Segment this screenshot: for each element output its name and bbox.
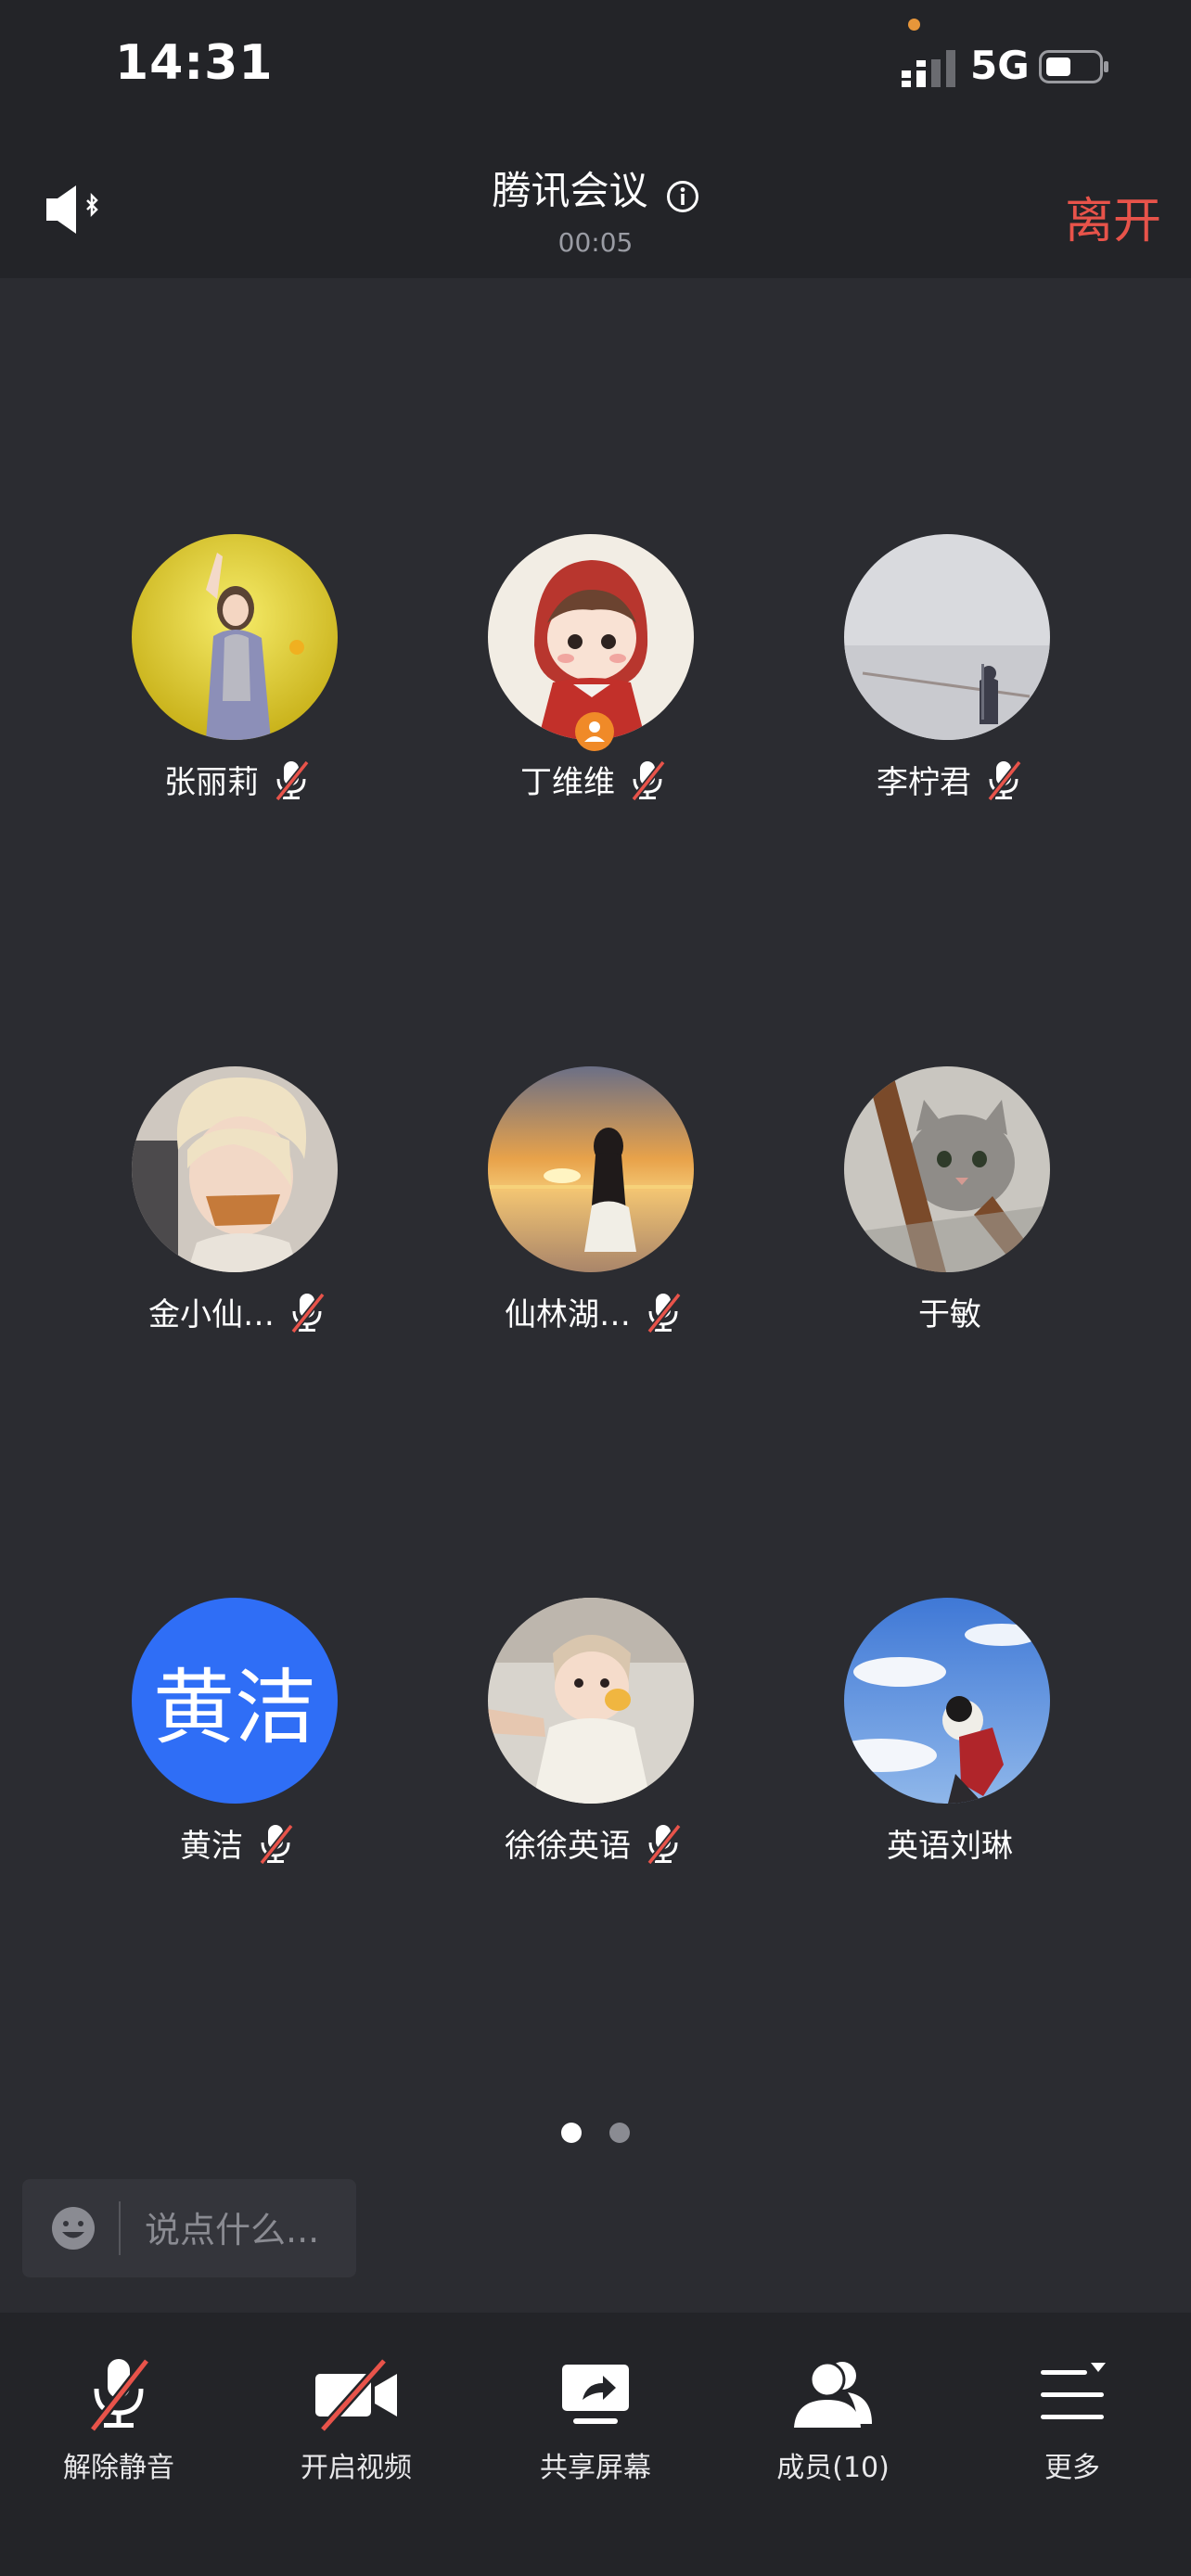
avatar [132, 1066, 338, 1272]
mic-muted-icon [259, 1823, 294, 1865]
participant-nameline: 丁维维 [416, 757, 772, 802]
participant-name: 于敏 [918, 1296, 981, 1333]
participant-nameline: 张丽莉 [59, 757, 416, 802]
participant-nameline: 英语刘琳 [772, 1820, 1128, 1866]
chat-divider [119, 2201, 121, 2255]
unmute-button[interactable]: 解除静音 [0, 2355, 237, 2504]
mic-muted-icon [631, 759, 666, 801]
participant-name: 李柠君 [877, 764, 971, 801]
participant-nameline: 于敏 [772, 1289, 1128, 1334]
participant-tile[interactable]: 李柠君 [772, 534, 1128, 812]
participant-tile[interactable]: 丁维维 [416, 534, 772, 812]
avatar-text: 黄洁 [152, 1659, 316, 1755]
participant-tile[interactable]: 徐徐英语 [416, 1598, 772, 1876]
page-indicator[interactable] [609, 2123, 630, 2143]
more-label: 更多 [1044, 2452, 1100, 2484]
participant-name: 丁维维 [520, 764, 615, 801]
unmute-label: 解除静音 [63, 2452, 174, 2484]
participant-tile[interactable]: 英语刘琳 [772, 1598, 1128, 1876]
participant-nameline: 金小仙… [59, 1289, 416, 1334]
mic-muted-icon [290, 1292, 326, 1333]
meeting-title-area[interactable]: 腾讯会议 [0, 159, 1191, 217]
share-screen-button[interactable]: 共享屏幕 [477, 2355, 714, 2504]
participant-nameline: 徐徐英语 [416, 1820, 772, 1866]
mic-muted-icon [275, 759, 310, 801]
privacy-indicator [908, 19, 920, 31]
participant-nameline: 黄洁 [59, 1820, 416, 1866]
participant-tile[interactable]: 于敏 [772, 1066, 1128, 1345]
battery-icon [1039, 50, 1108, 83]
host-badge-icon [575, 712, 614, 751]
members-icon [794, 2361, 872, 2428]
status-time: 14:31 [115, 35, 274, 91]
leave-button[interactable]: 离开 [1065, 182, 1161, 251]
share-label: 共享屏幕 [540, 2452, 651, 2484]
members-label: 成员(10) [776, 2452, 890, 2484]
network-type: 5G [970, 43, 1030, 88]
chat-input[interactable] [143, 2203, 351, 2257]
emoji-icon[interactable] [50, 2205, 96, 2251]
participant-tile[interactable]: 仙林湖… [416, 1066, 772, 1345]
mic-muted-icon [987, 759, 1022, 801]
avatar [488, 1598, 694, 1804]
participant-name: 金小仙… [148, 1296, 275, 1333]
participant-name: 徐徐英语 [505, 1828, 631, 1865]
avatar [844, 534, 1050, 740]
avatar-initials: 黄洁 [132, 1598, 338, 1804]
avatar [844, 1066, 1050, 1272]
participant-name: 张丽莉 [164, 764, 259, 801]
participant-nameline: 仙林湖… [416, 1289, 772, 1334]
share-screen-icon [562, 2365, 629, 2424]
avatar [132, 534, 338, 740]
meeting-title: 腾讯会议 [492, 168, 648, 213]
avatar [488, 534, 694, 740]
video-label: 开启视频 [301, 2452, 412, 2484]
video-off-icon [315, 2357, 397, 2433]
participant-nameline: 李柠君 [772, 757, 1128, 802]
chat-box[interactable] [22, 2179, 356, 2277]
participant-tile[interactable]: 金小仙… [59, 1066, 416, 1345]
meeting-duration: 00:05 [557, 227, 634, 258]
avatar [488, 1066, 694, 1272]
mic-muted-icon [647, 1292, 682, 1333]
mic-muted-icon [89, 2357, 150, 2433]
info-icon[interactable] [666, 180, 699, 213]
more-button[interactable]: 更多 [954, 2355, 1191, 2504]
participant-tile[interactable]: 张丽莉 [59, 534, 416, 812]
avatar [844, 1598, 1050, 1804]
page-indicator-active[interactable] [561, 2123, 582, 2143]
participant-name: 英语刘琳 [887, 1828, 1013, 1865]
participant-tile[interactable]: 黄洁 黄洁 [59, 1598, 416, 1876]
members-button[interactable]: 成员(10) [714, 2355, 952, 2504]
more-menu-icon [1041, 2363, 1106, 2419]
mic-muted-icon [647, 1823, 682, 1865]
participant-name: 仙林湖… [505, 1296, 631, 1333]
signal-icon [902, 50, 955, 87]
start-video-button[interactable]: 开启视频 [237, 2355, 475, 2504]
participant-name: 黄洁 [180, 1828, 243, 1865]
